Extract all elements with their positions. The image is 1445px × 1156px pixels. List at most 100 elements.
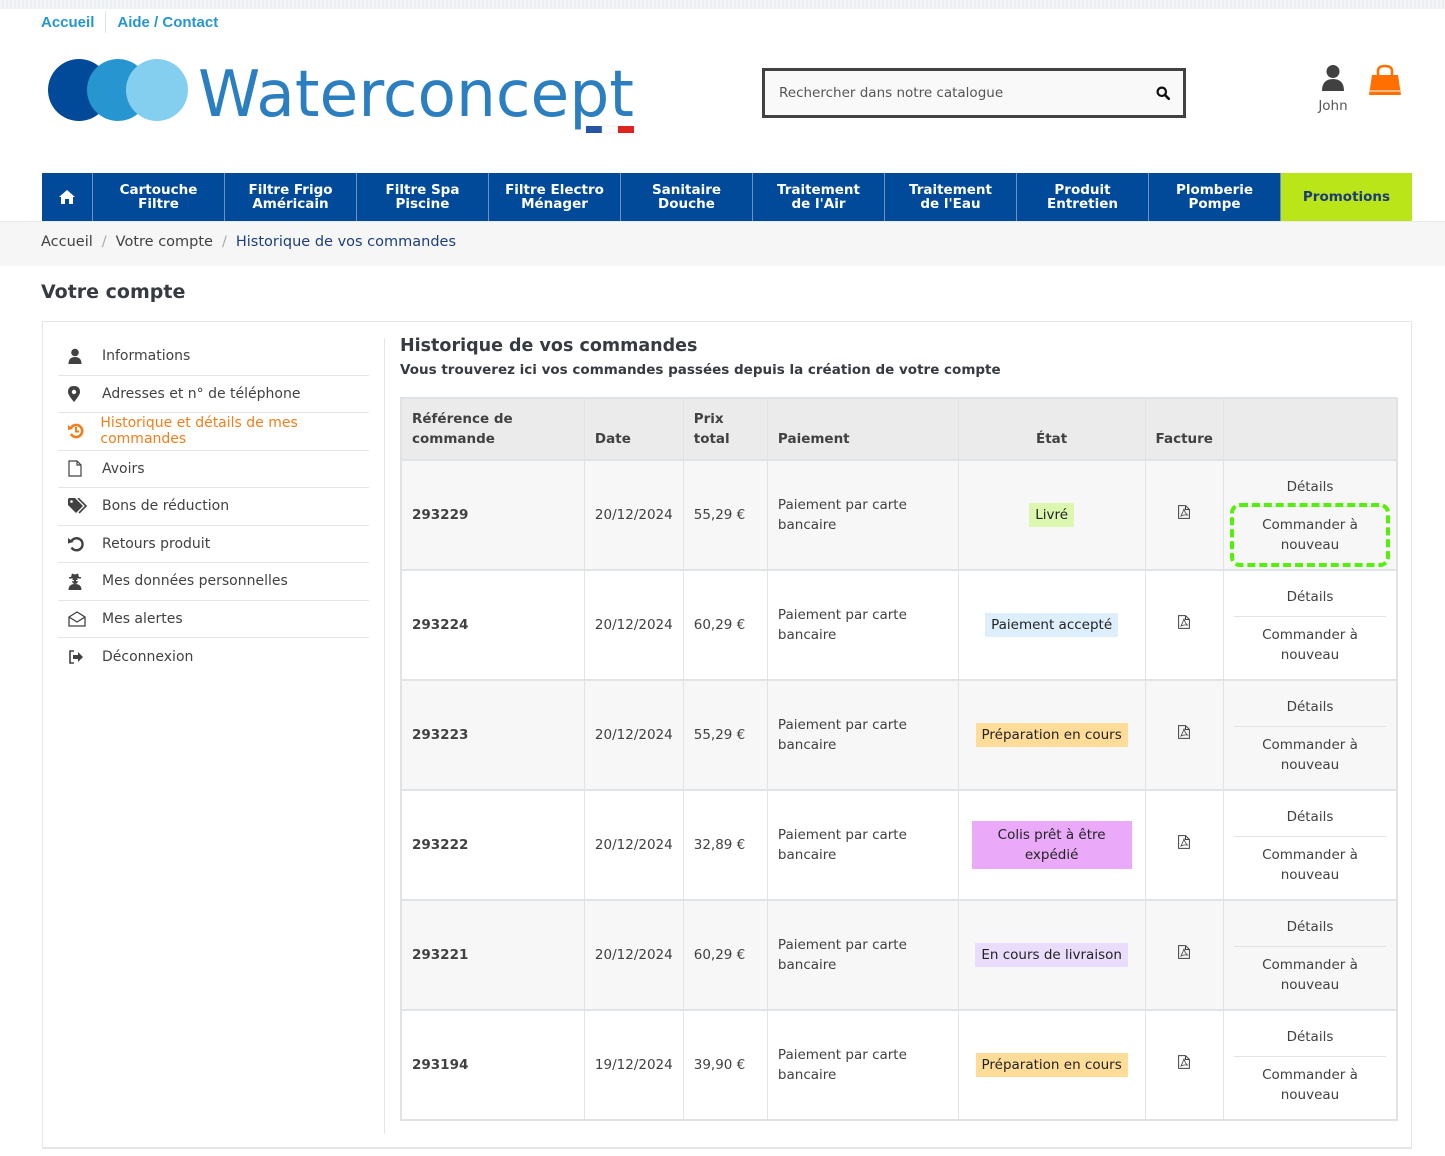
- order-details-link[interactable]: Détails: [1233, 467, 1386, 507]
- reorder-button-highlighted[interactable]: Commander à nouveau: [1229, 503, 1390, 567]
- order-reference[interactable]: 293229: [401, 459, 585, 570]
- nav-item-filtre-spa-piscine[interactable]: Filtre Spa Piscine: [357, 173, 489, 221]
- invoice-download-link[interactable]: [1178, 835, 1191, 855]
- order-payment: Paiement par carte bancaire: [767, 899, 959, 1010]
- sidebar-item-logout[interactable]: Déconnexion: [58, 638, 369, 676]
- sidebar-item-returns[interactable]: Retours produit: [58, 526, 369, 563]
- order-payment: Paiement par carte bancaire: [767, 679, 959, 790]
- sidebar-item-label: Adresses et n° de téléphone: [102, 385, 301, 402]
- search-box: [762, 68, 1186, 118]
- order-details-link[interactable]: Détails: [1233, 797, 1386, 837]
- order-invoice-cell: [1145, 899, 1224, 1010]
- section-subtitle: Vous trouverez ici vos commandes passées…: [400, 362, 1001, 378]
- sidebar-item-label: Mes alertes: [102, 610, 183, 627]
- nav-item-sanitaire-douche[interactable]: Sanitaire Douche: [621, 173, 753, 221]
- invoice-download-link[interactable]: [1178, 615, 1191, 635]
- reorder-button[interactable]: Commander à nouveau: [1234, 1057, 1386, 1113]
- order-status-cell: Préparation en cours: [958, 679, 1146, 790]
- order-invoice-cell: [1145, 679, 1224, 790]
- reorder-button[interactable]: Commander à nouveau: [1234, 837, 1386, 893]
- sidebar-item-label: Retours produit: [102, 535, 211, 552]
- order-reference[interactable]: 293194: [401, 1009, 585, 1120]
- order-actions-cell: Détails Commander à nouveau: [1223, 569, 1398, 680]
- order-details-link[interactable]: Détails: [1233, 907, 1386, 947]
- invoice-download-link[interactable]: [1178, 505, 1191, 525]
- order-date: 20/12/2024: [584, 899, 684, 1010]
- order-total: 60,29 €: [683, 569, 768, 680]
- status-badge: Préparation en cours: [975, 723, 1128, 747]
- sidebar-item-label: Mes données personnelles: [102, 573, 288, 590]
- sidebar-item-order-history[interactable]: Historique et détails de mes commandes: [58, 413, 369, 451]
- order-payment: Paiement par carte bancaire: [767, 1009, 959, 1120]
- order-reference[interactable]: 293223: [401, 679, 585, 790]
- cart-button[interactable]: [1367, 64, 1403, 98]
- nav-item-filtre-electro-menager[interactable]: Filtre Electro Ménager: [489, 173, 621, 221]
- sidebar-divider: [384, 338, 385, 1134]
- invoice-download-link[interactable]: [1178, 1055, 1191, 1075]
- order-actions-cell: Détails Commander à nouveau: [1223, 899, 1398, 1010]
- status-badge: Livré: [1029, 503, 1075, 527]
- order-date: 20/12/2024: [584, 679, 684, 790]
- reorder-button[interactable]: Commander à nouveau: [1234, 947, 1386, 1003]
- sidebar-item-alerts[interactable]: Mes alertes: [58, 601, 369, 638]
- order-total: 39,90 €: [683, 1009, 768, 1120]
- order-details-link[interactable]: Détails: [1233, 687, 1386, 727]
- nav-item-filtre-frigo-americain[interactable]: Filtre Frigo Américain: [225, 173, 357, 221]
- order-details-link[interactable]: Détails: [1233, 1017, 1386, 1057]
- order-total: 55,29 €: [683, 459, 768, 570]
- column-header-payment: Paiement: [767, 398, 959, 460]
- reorder-button[interactable]: Commander à nouveau: [1234, 727, 1386, 783]
- order-reference[interactable]: 293224: [401, 569, 585, 680]
- breadcrumb-order-history[interactable]: Historique de vos commandes: [236, 234, 456, 250]
- file-icon: [68, 460, 82, 477]
- invoice-download-link[interactable]: [1178, 945, 1191, 965]
- user-account-link[interactable]: John: [1308, 64, 1358, 114]
- order-actions-cell: Détails Commander à nouveau: [1223, 789, 1398, 900]
- nav-item-traitement-air[interactable]: Traitement de l'Air: [753, 173, 885, 221]
- search-input[interactable]: [765, 71, 1143, 115]
- breadcrumb-home[interactable]: Accueil: [41, 234, 93, 250]
- site-logo[interactable]: Waterconcept: [46, 56, 638, 140]
- home-icon: [59, 190, 75, 204]
- nav-item-produit-entretien[interactable]: Produit Entretien: [1017, 173, 1149, 221]
- sidebar-item-personal-data[interactable]: Mes données personnelles: [58, 563, 369, 601]
- nav-item-promotions[interactable]: Promotions: [1281, 173, 1412, 221]
- sidebar-item-label: Déconnexion: [102, 648, 194, 665]
- invoice-download-link[interactable]: [1178, 725, 1191, 745]
- sidebar-item-vouchers[interactable]: Bons de réduction: [58, 488, 369, 526]
- logo-circle-light: [126, 59, 188, 121]
- pdf-file-icon: [1178, 945, 1191, 959]
- envelope-open-icon: [68, 610, 86, 627]
- order-date: 20/12/2024: [584, 569, 684, 680]
- nav-home[interactable]: [42, 173, 93, 221]
- order-reference[interactable]: 293221: [401, 899, 585, 1010]
- sidebar-item-credit-slips[interactable]: Avoirs: [58, 451, 369, 488]
- tags-icon: [68, 498, 88, 514]
- nav-item-cartouche-filtre[interactable]: Cartouche Filtre: [93, 173, 225, 221]
- sidebar-item-addresses[interactable]: Adresses et n° de téléphone: [58, 376, 369, 413]
- top-link-help-contact[interactable]: Aide / Contact: [117, 14, 218, 31]
- sidebar-item-informations[interactable]: Informations: [58, 338, 369, 376]
- top-link-separator: [105, 11, 107, 33]
- order-details-link[interactable]: Détails: [1233, 577, 1386, 617]
- column-header-status: État: [958, 398, 1146, 460]
- account-panel: Informations Adresses et n° de téléphone…: [42, 321, 1412, 1149]
- reorder-button[interactable]: Commander à nouveau: [1234, 617, 1386, 673]
- order-reference[interactable]: 293222: [401, 789, 585, 900]
- pdf-file-icon: [1178, 615, 1191, 629]
- order-invoice-cell: [1145, 569, 1224, 680]
- column-header-invoice: Facture: [1145, 398, 1224, 460]
- sidebar-item-label: Historique et détails de mes commandes: [100, 415, 298, 448]
- breadcrumb-account[interactable]: Votre compte: [116, 234, 213, 250]
- pdf-file-icon: [1178, 505, 1191, 519]
- main-nav: Cartouche Filtre Filtre Frigo Américain Fi…: [42, 173, 1412, 221]
- account-sidebar: Informations Adresses et n° de téléphone…: [58, 338, 369, 676]
- order-status-cell: Paiement accepté: [958, 569, 1146, 680]
- shopping-bag-icon: [1369, 64, 1401, 95]
- sidebar-item-label: Avoirs: [102, 460, 145, 477]
- nav-item-plomberie-pompe[interactable]: Plomberie Pompe: [1149, 173, 1281, 221]
- search-button[interactable]: [1143, 71, 1183, 115]
- nav-item-traitement-eau[interactable]: Traitement de l'Eau: [885, 173, 1017, 221]
- top-link-home[interactable]: Accueil: [41, 14, 94, 31]
- order-date: 20/12/2024: [584, 789, 684, 900]
